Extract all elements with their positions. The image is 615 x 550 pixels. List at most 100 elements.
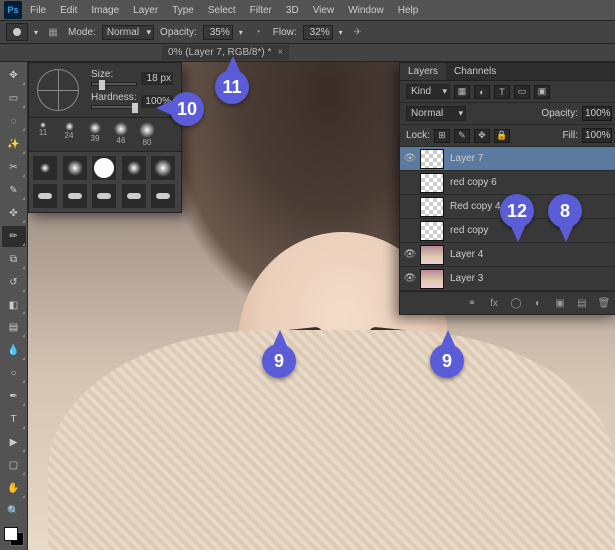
layer-name[interactable]: Layer 7 [448, 153, 615, 164]
adjustment-layer-icon[interactable]: ◐ [530, 296, 546, 310]
delete-layer-icon[interactable]: 🗑 [596, 296, 612, 310]
visibility-toggle[interactable]: 👁 [400, 153, 420, 164]
healing-brush-tool[interactable]: ✜ [2, 203, 26, 224]
layer-thumbnail[interactable] [420, 197, 444, 217]
layer-thumbnail[interactable] [420, 221, 444, 241]
brush-tip[interactable] [151, 184, 175, 208]
hand-tool[interactable]: ✋ [2, 478, 26, 499]
layer-mask-icon[interactable]: ◯ [508, 296, 524, 310]
opacity-input[interactable]: 35% [203, 25, 233, 40]
menu-filter[interactable]: Filter [244, 3, 278, 18]
filter-adjust-icon[interactable]: ◐ [474, 85, 490, 99]
pressure-opacity-icon[interactable]: ◔ [249, 23, 267, 41]
gradient-tool[interactable]: ▤ [2, 317, 26, 338]
brush-tip[interactable] [92, 184, 116, 208]
chevron-down-icon[interactable]: ▾ [34, 28, 38, 37]
filter-smart-icon[interactable]: ▣ [534, 85, 550, 99]
blend-mode-select[interactable]: Normal [102, 25, 154, 40]
brush-tip[interactable] [63, 184, 87, 208]
brush-preset[interactable]: 11 [33, 122, 53, 147]
airbrush-icon[interactable]: ✈ [349, 23, 367, 41]
brush-angle-control[interactable] [37, 69, 79, 111]
group-icon[interactable]: ▣ [552, 296, 568, 310]
dodge-tool[interactable]: ○ [2, 363, 26, 384]
brush-preset[interactable]: 24 [59, 122, 79, 147]
shape-tool[interactable]: ▢ [2, 455, 26, 476]
menu-edit[interactable]: Edit [54, 3, 83, 18]
menu-3d[interactable]: 3D [280, 3, 305, 18]
layer-name[interactable]: Layer 3 [448, 273, 615, 284]
brush-preset[interactable]: 46 [111, 122, 131, 147]
filter-shape-icon[interactable]: ▭ [514, 85, 530, 99]
move-tool[interactable]: ✥ [2, 65, 26, 86]
layer-row[interactable]: red copy 6 [400, 171, 615, 195]
layer-row[interactable]: 👁 Layer 3 [400, 267, 615, 291]
chevron-down-icon[interactable]: ▾ [339, 28, 343, 37]
layer-thumbnail[interactable] [420, 245, 444, 265]
lock-transparent-icon[interactable]: ⊞ [434, 129, 450, 143]
zoom-tool[interactable]: 🔍 [2, 501, 26, 522]
menu-view[interactable]: View [307, 3, 341, 18]
layer-opacity-input[interactable]: 100% [582, 106, 612, 121]
new-layer-icon[interactable]: ▤ [574, 296, 590, 310]
menu-image[interactable]: Image [85, 3, 125, 18]
flow-input[interactable]: 32% [303, 25, 333, 40]
eyedropper-tool[interactable]: ✎ [2, 180, 26, 201]
chevron-down-icon[interactable]: ▾ [239, 28, 243, 37]
history-brush-tool[interactable]: ↺ [2, 272, 26, 293]
layer-row[interactable]: 👁 Layer 4 [400, 243, 615, 267]
brush-tip[interactable] [151, 156, 175, 180]
menu-layer[interactable]: Layer [127, 3, 164, 18]
eraser-tool[interactable]: ◧ [2, 295, 26, 316]
blend-mode-select[interactable]: Normal [406, 106, 466, 121]
layer-name[interactable]: red copy 6 [448, 177, 615, 188]
menu-window[interactable]: Window [342, 3, 390, 18]
brush-tool[interactable]: ✏ [2, 226, 26, 247]
color-swatches[interactable] [4, 527, 24, 546]
tab-layers[interactable]: Layers [400, 63, 446, 80]
layer-name[interactable]: Layer 4 [448, 249, 615, 260]
filter-pixel-icon[interactable]: ▦ [454, 85, 470, 99]
path-select-tool[interactable]: ▶ [2, 432, 26, 453]
size-slider[interactable] [91, 82, 137, 86]
visibility-toggle[interactable]: 👁 [400, 249, 420, 260]
brush-tip[interactable] [33, 156, 57, 180]
tab-channels[interactable]: Channels [446, 63, 504, 80]
pen-tool[interactable]: ✒ [2, 386, 26, 407]
menu-type[interactable]: Type [166, 3, 200, 18]
visibility-toggle[interactable]: 👁 [400, 273, 420, 284]
brush-panel-toggle-icon[interactable]: ▦ [44, 23, 62, 41]
layer-row[interactable]: 👁 Layer 7 [400, 147, 615, 171]
filter-type-select[interactable]: Kind [406, 84, 450, 99]
size-input[interactable]: 18 px [141, 72, 173, 85]
blur-tool[interactable]: 💧 [2, 340, 26, 361]
link-layers-icon[interactable]: ⚭ [464, 296, 480, 310]
layer-thumbnail[interactable] [420, 173, 444, 193]
close-icon[interactable]: × [277, 47, 283, 58]
brush-preset[interactable]: 39 [85, 122, 105, 147]
lock-pixels-icon[interactable]: ✎ [454, 129, 470, 143]
brush-tip[interactable] [122, 184, 146, 208]
lock-all-icon[interactable]: 🔒 [494, 129, 510, 143]
brush-tip[interactable] [63, 156, 87, 180]
brush-tip[interactable] [33, 184, 57, 208]
menu-file[interactable]: File [24, 3, 52, 18]
brush-tip[interactable] [122, 156, 146, 180]
marquee-tool[interactable]: ▭ [2, 88, 26, 109]
canvas[interactable]: Size: 18 px Hardness: 100% 11 24 39 46 8… [28, 62, 615, 550]
type-tool[interactable]: T [2, 409, 26, 430]
fill-input[interactable]: 100% [582, 128, 612, 143]
lock-position-icon[interactable]: ✥ [474, 129, 490, 143]
brush-tip[interactable] [92, 156, 116, 180]
lasso-tool[interactable]: ◌ [2, 111, 26, 132]
filter-type-icon[interactable]: T [494, 85, 510, 99]
menu-help[interactable]: Help [392, 3, 425, 18]
layer-thumbnail[interactable] [420, 149, 444, 169]
layer-style-icon[interactable]: fx [486, 296, 502, 310]
brush-preset-picker[interactable] [6, 23, 28, 41]
crop-tool[interactable]: ✂ [2, 157, 26, 178]
menu-select[interactable]: Select [202, 3, 242, 18]
clone-stamp-tool[interactable]: ⧉ [2, 249, 26, 270]
magic-wand-tool[interactable]: ✨ [2, 134, 26, 155]
hardness-slider[interactable] [91, 105, 137, 109]
